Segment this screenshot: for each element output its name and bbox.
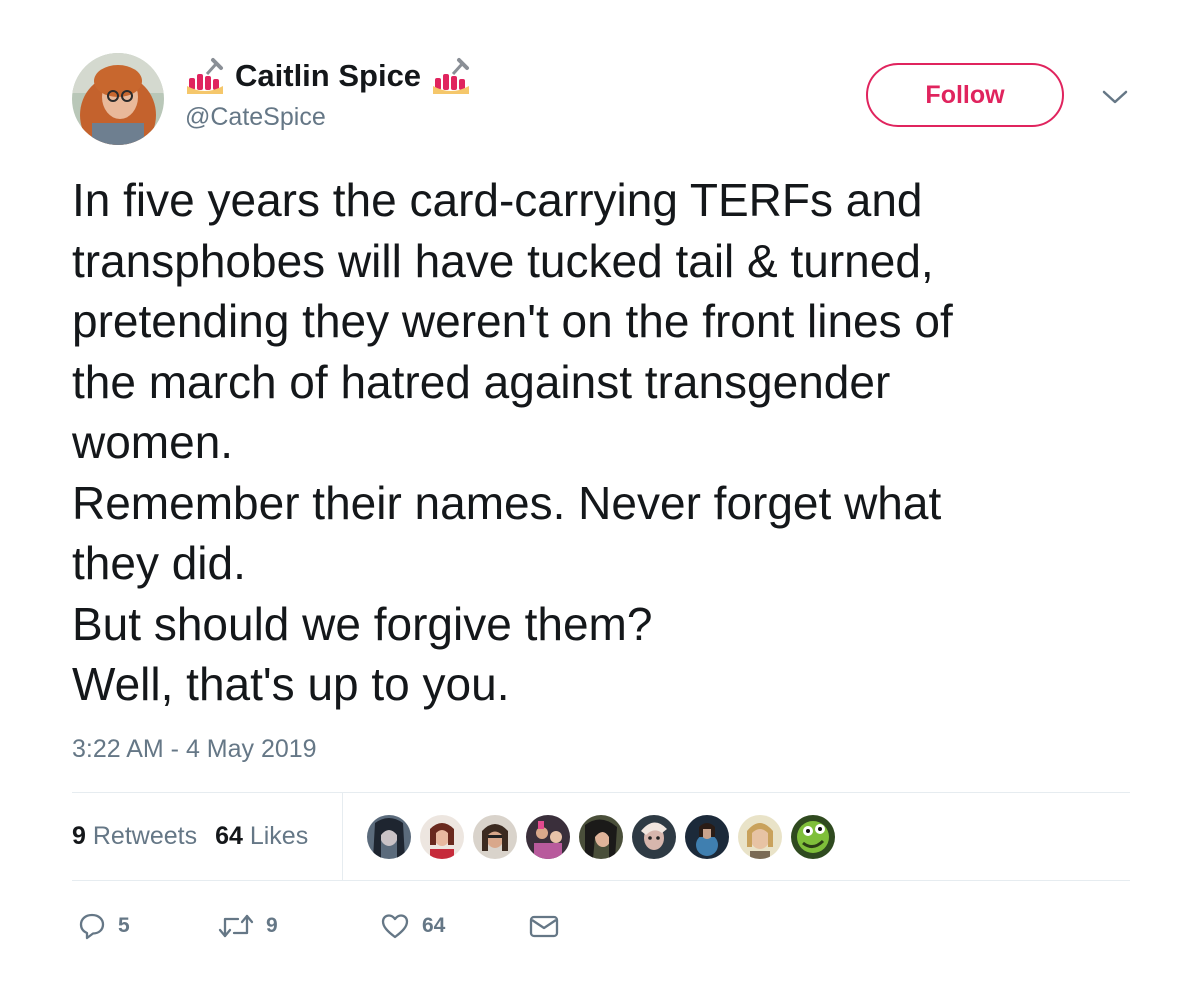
liker-avatar[interactable] (579, 815, 623, 859)
divider (72, 880, 1130, 881)
direct-message-action[interactable] (528, 906, 560, 946)
likes-count: 64 (215, 822, 243, 850)
retweets-count: 9 (72, 822, 86, 850)
retweets-label: Retweets (92, 822, 198, 850)
like-action[interactable]: 64 (380, 906, 445, 946)
nail-polish-icon (431, 56, 471, 96)
tweet-text-line: the march of hatred against transgender (72, 355, 891, 408)
retweet-count: 9 (266, 914, 278, 937)
like-count: 64 (422, 914, 446, 937)
envelope-icon (528, 912, 560, 940)
reply-action[interactable]: 5 (78, 906, 130, 946)
tweet-text-line: But should we forgive them? (72, 597, 653, 650)
divider (72, 792, 1130, 793)
reply-icon (78, 912, 106, 940)
tweet-text-line: pretending they weren't on the front lin… (72, 295, 953, 347)
tweet-text-line: In five years the card-carrying TERFs an… (72, 174, 923, 226)
likes-stat[interactable]: 64 Likes (215, 822, 308, 851)
nail-polish-icon (185, 56, 225, 96)
liker-avatar[interactable] (367, 815, 411, 859)
retweet-icon (218, 912, 254, 940)
chevron-down-icon[interactable] (1100, 86, 1130, 108)
tweet-text-line: Well, that's up to you. (72, 658, 510, 710)
tweet-text-line: transphobes will have tucked tail & turn… (72, 234, 934, 287)
liker-avatar[interactable] (420, 815, 464, 859)
liker-avatar[interactable] (738, 815, 782, 859)
tweet-text: In five years the card-carrying TERFs an… (72, 170, 1162, 715)
liker-avatar[interactable] (791, 815, 835, 859)
tweet-text-line: Remember their names. Never forget what (72, 476, 942, 529)
liker-avatar[interactable] (473, 815, 517, 859)
liker-avatar[interactable] (685, 815, 729, 859)
tweet-text-line: women. (72, 416, 234, 468)
author-avatar[interactable] (72, 53, 164, 145)
likes-label: Likes (249, 822, 309, 850)
tweet-timestamp[interactable]: 3:22 AM - 4 May 2019 (72, 735, 317, 764)
retweets-stat[interactable]: 9 Retweets (72, 822, 197, 851)
author-display-name[interactable]: Caitlin Spice (235, 58, 421, 94)
reply-count: 5 (118, 914, 130, 937)
retweet-action[interactable]: 9 (218, 906, 278, 946)
liker-avatar[interactable] (632, 815, 676, 859)
tweet-text-line: they did. (72, 537, 246, 589)
heart-icon (380, 912, 410, 940)
liker-avatars (367, 815, 835, 859)
author-handle[interactable]: @CateSpice (185, 103, 326, 132)
author-name-row[interactable]: Caitlin Spice (185, 52, 471, 100)
follow-button[interactable]: Follow (866, 63, 1064, 127)
stats-separator (342, 793, 343, 881)
liker-avatar[interactable] (526, 815, 570, 859)
tweet-card: Caitlin Spice @CateSpice Follow In five … (0, 0, 1200, 997)
tweet-stats: 9 Retweets 64 Likes (72, 822, 308, 851)
